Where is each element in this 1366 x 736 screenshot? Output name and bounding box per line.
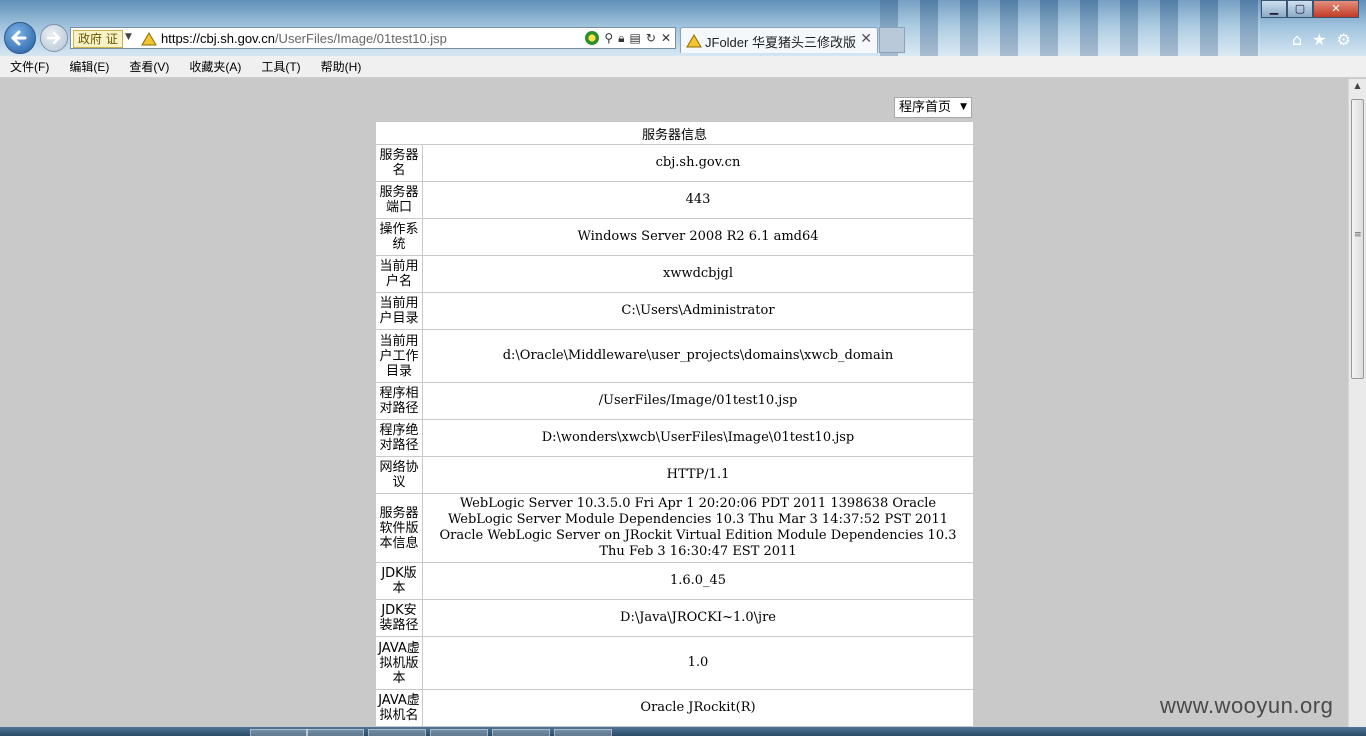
row-value: Oracle JRockit(R): [422, 689, 974, 727]
row-value: xwwdcbjgl: [422, 255, 974, 293]
table-row: 服务器名 cbj.sh.gov.cn: [375, 144, 974, 182]
row-value: cbj.sh.gov.cn: [422, 144, 974, 182]
taskbar-button[interactable]: [306, 729, 364, 736]
menu-help[interactable]: 帮助(H): [321, 58, 362, 75]
maximize-button[interactable]: ▢: [1287, 0, 1313, 18]
browser-title-bar: 政府 证 ▼ https://cbj.sh.gov.cn/UserFiles/I…: [0, 0, 1366, 56]
row-value: D:\wonders\xwcb\UserFiles\Image\01test10…: [422, 419, 974, 457]
table-row: 服务器软件版本信息 WebLogic Server 10.3.5.0 Fri Ap…: [375, 493, 974, 563]
table-row: 程序绝对路径 D:\wonders\xwcb\UserFiles\Image\01…: [375, 419, 974, 457]
table-row: 网络协议 HTTP/1.1: [375, 456, 974, 494]
row-label: JAVA虚拟机名: [375, 689, 423, 727]
table-row: 程序相对路径/UserFiles/Image/01test10.jsp: [375, 382, 974, 420]
new-tab-button[interactable]: [879, 27, 905, 53]
table-row: JDK安装路径 D:\Java\JROCKI~1.0\jre: [375, 599, 974, 637]
row-label: 当前用户名: [375, 255, 423, 293]
row-label: 操作系统: [375, 218, 423, 256]
taskbar: [0, 727, 1366, 736]
menu-favorites[interactable]: 收藏夹(A): [189, 58, 241, 75]
table-row: JDK版本 1.6.0_45: [375, 562, 974, 600]
tab-title: JFolder 华夏猪头三修改版: [705, 35, 856, 50]
taskbar-button[interactable]: [554, 729, 612, 736]
table-row: 服务器端口 443: [375, 181, 974, 219]
back-button[interactable]: [4, 22, 36, 54]
taskbar-button[interactable]: [492, 729, 550, 736]
chevron-down-icon[interactable]: ▼: [125, 32, 132, 42]
table-row: JAVA虚拟机名 Oracle JRockit(R): [375, 689, 974, 727]
row-value: WebLogic Server 10.3.5.0 Fri Apr 1 20:20…: [422, 493, 974, 563]
row-label: 服务器端口: [375, 181, 423, 219]
row-value: C:\Users\Administrator: [422, 292, 974, 330]
table-row: 当前用户名 xwwdcbjgl: [375, 255, 974, 293]
table-row: 操作系统 Windows Server 2008 R2 6.1 amd64: [375, 218, 974, 256]
row-label: JAVA虚拟机版本: [375, 636, 423, 690]
taskbar-button[interactable]: [368, 729, 426, 736]
row-value: 1.6.0_45: [422, 562, 974, 600]
menu-bar: 文件(F) 编辑(E) 查看(V) 收藏夹(A) 工具(T) 帮助(H): [0, 56, 1366, 78]
lock-icon[interactable]: 🔒︎: [618, 30, 624, 46]
home-icon[interactable]: ⌂: [1292, 30, 1302, 49]
menu-view[interactable]: 查看(V): [129, 58, 169, 75]
row-value: HTTP/1.1: [422, 456, 974, 494]
menu-file[interactable]: 文件(F): [10, 58, 49, 75]
table-row: JAVA虚拟机版本 1.0: [375, 636, 974, 690]
gov-cert-badge[interactable]: 政府 证: [73, 30, 123, 48]
page-viewport: 程序首页 ▼ 服务器信息 服务器名 cbj.sh.gov.cn 服务器端口 443 …: [0, 79, 1348, 727]
program-select[interactable]: 程序首页 ▼: [894, 97, 972, 118]
row-label: 当前用户目录: [375, 292, 423, 330]
taskbar-button[interactable]: [430, 729, 488, 736]
compat-view-icon[interactable]: [585, 31, 600, 45]
select-value: 程序首页: [899, 100, 952, 115]
row-label: JDK版本: [375, 562, 423, 600]
row-value: /UserFiles/Image/01test10.jsp: [422, 382, 974, 420]
vertical-scrollbar[interactable]: ▲ ≡: [1348, 79, 1366, 727]
row-label: 当前用户工作目录: [375, 329, 423, 383]
chevron-down-icon: ▼: [960, 102, 967, 112]
forward-button[interactable]: [40, 24, 68, 52]
certificate-warning-icon: [141, 32, 157, 46]
table-row: 当前用户目录 C:\Users\Administrator: [375, 292, 974, 330]
row-value: 1.0: [422, 636, 974, 690]
row-value: d:\Oracle\Middleware\user_projects\domai…: [422, 329, 974, 383]
page-icon[interactable]: ▤: [630, 30, 641, 46]
row-value: Windows Server 2008 R2 6.1 amd64: [422, 218, 974, 256]
search-icon[interactable]: ⚲: [604, 30, 613, 46]
close-window-button[interactable]: ✕: [1313, 0, 1359, 18]
row-label: 服务器名: [375, 144, 423, 182]
server-info-table: 服务器信息 服务器名 cbj.sh.gov.cn 服务器端口 443 操作系统 Win…: [375, 121, 974, 727]
watermark: www.wooyun.org: [1160, 693, 1334, 718]
row-label: 程序绝对路径: [375, 419, 423, 457]
row-label: JDK安装路径: [375, 599, 423, 637]
arrow-left-icon: [10, 30, 27, 46]
url-text[interactable]: https://cbj.sh.gov.cn/UserFiles/Image/01…: [161, 31, 447, 46]
star-icon[interactable]: ★: [1312, 30, 1326, 49]
minimize-button[interactable]: ▁: [1261, 0, 1287, 18]
refresh-icon[interactable]: ↻: [646, 30, 656, 46]
scroll-up-icon[interactable]: ▲: [1349, 81, 1366, 97]
arrow-right-icon: [46, 31, 61, 45]
close-icon[interactable]: ✕: [860, 31, 872, 47]
row-value: D:\Java\JROCKI~1.0\jre: [422, 599, 974, 637]
certificate-warning-icon: [686, 34, 702, 48]
table-row: 当前用户工作目录 d:\Oracle\Middleware\user_projec…: [375, 329, 974, 383]
row-value: 443: [422, 181, 974, 219]
table-title: 服务器信息: [375, 121, 974, 145]
address-bar[interactable]: 政府 证 ▼ https://cbj.sh.gov.cn/UserFiles/I…: [70, 27, 676, 49]
taskbar-button[interactable]: [250, 729, 308, 736]
grip-icon: ≡: [1354, 230, 1362, 240]
row-label: 网络协议: [375, 456, 423, 494]
row-label: 服务器软件版本信息: [375, 493, 423, 563]
menu-tools[interactable]: 工具(T): [261, 58, 300, 75]
browser-tab[interactable]: JFolder 华夏猪头三修改版 ✕: [680, 27, 878, 53]
row-label: 程序相对路径: [375, 382, 423, 420]
gear-icon[interactable]: ⚙: [1337, 30, 1351, 49]
stop-icon[interactable]: ✕: [661, 30, 671, 46]
scroll-thumb[interactable]: ≡: [1351, 99, 1364, 379]
menu-edit[interactable]: 编辑(E): [69, 58, 109, 75]
